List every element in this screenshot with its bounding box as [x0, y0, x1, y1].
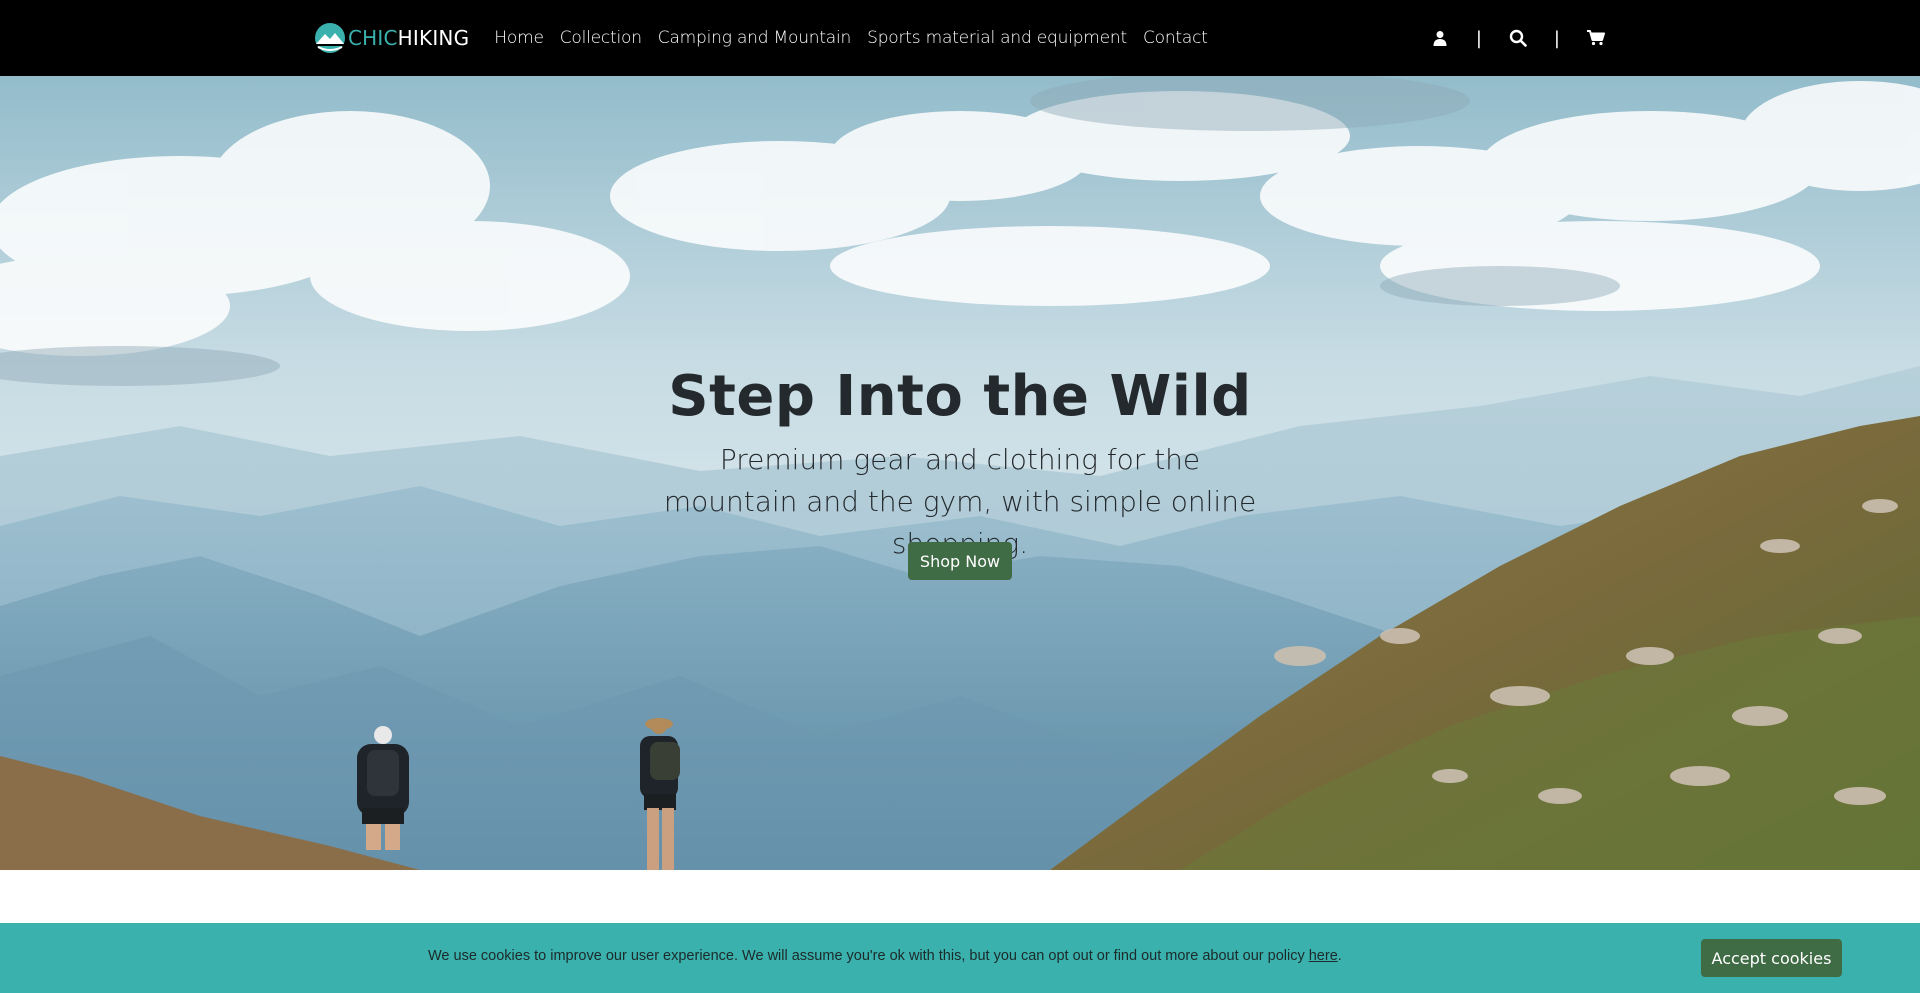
accept-cookies-button[interactable]: Accept cookies	[1701, 939, 1842, 977]
main-menu: Home Collection Camping and Mountain Spo…	[494, 28, 1223, 48]
hero-title: Step Into the Wild	[668, 364, 1252, 429]
cookie-policy-link[interactable]: here	[1309, 948, 1338, 964]
nav-item-camping-and-mountain[interactable]: Camping and Mountain	[658, 28, 852, 48]
brand-name-hiking: HIKING	[397, 26, 470, 50]
shop-now-button[interactable]: Shop Now	[908, 542, 1012, 580]
navbar-inner: CHICHIKING Home Collection Camping and M…	[314, 0, 1606, 76]
top-navbar: CHICHIKING Home Collection Camping and M…	[0, 0, 1920, 76]
cookie-consent-bar: We use cookies to improve our user exper…	[0, 923, 1920, 993]
nav-item-sports-material[interactable]: Sports material and equipment	[867, 28, 1127, 48]
nav-separator: |	[1475, 27, 1482, 49]
user-icon[interactable]	[1430, 28, 1450, 48]
cart-icon[interactable]	[1586, 28, 1606, 48]
nav-icon-group: | |	[1430, 0, 1606, 76]
brand-name: CHICHIKING	[348, 26, 469, 50]
nav-item-home[interactable]: Home	[494, 28, 544, 48]
brand-name-chic: CHIC	[348, 26, 398, 50]
search-icon[interactable]	[1508, 28, 1528, 48]
nav-item-collection[interactable]: Collection	[560, 28, 642, 48]
hero-banner: Step Into the Wild Premium gear and clot…	[0, 76, 1920, 870]
nav-item-contact[interactable]: Contact	[1143, 28, 1208, 48]
cookie-message-text: We use cookies to improve our user exper…	[428, 948, 1309, 964]
cookie-message-end: .	[1337, 948, 1342, 964]
brand-logo[interactable]: CHICHIKING	[314, 0, 469, 76]
cookie-message: We use cookies to improve our user exper…	[428, 948, 1342, 964]
mountain-sun-logo-icon	[315, 23, 345, 53]
nav-separator: |	[1553, 27, 1560, 49]
